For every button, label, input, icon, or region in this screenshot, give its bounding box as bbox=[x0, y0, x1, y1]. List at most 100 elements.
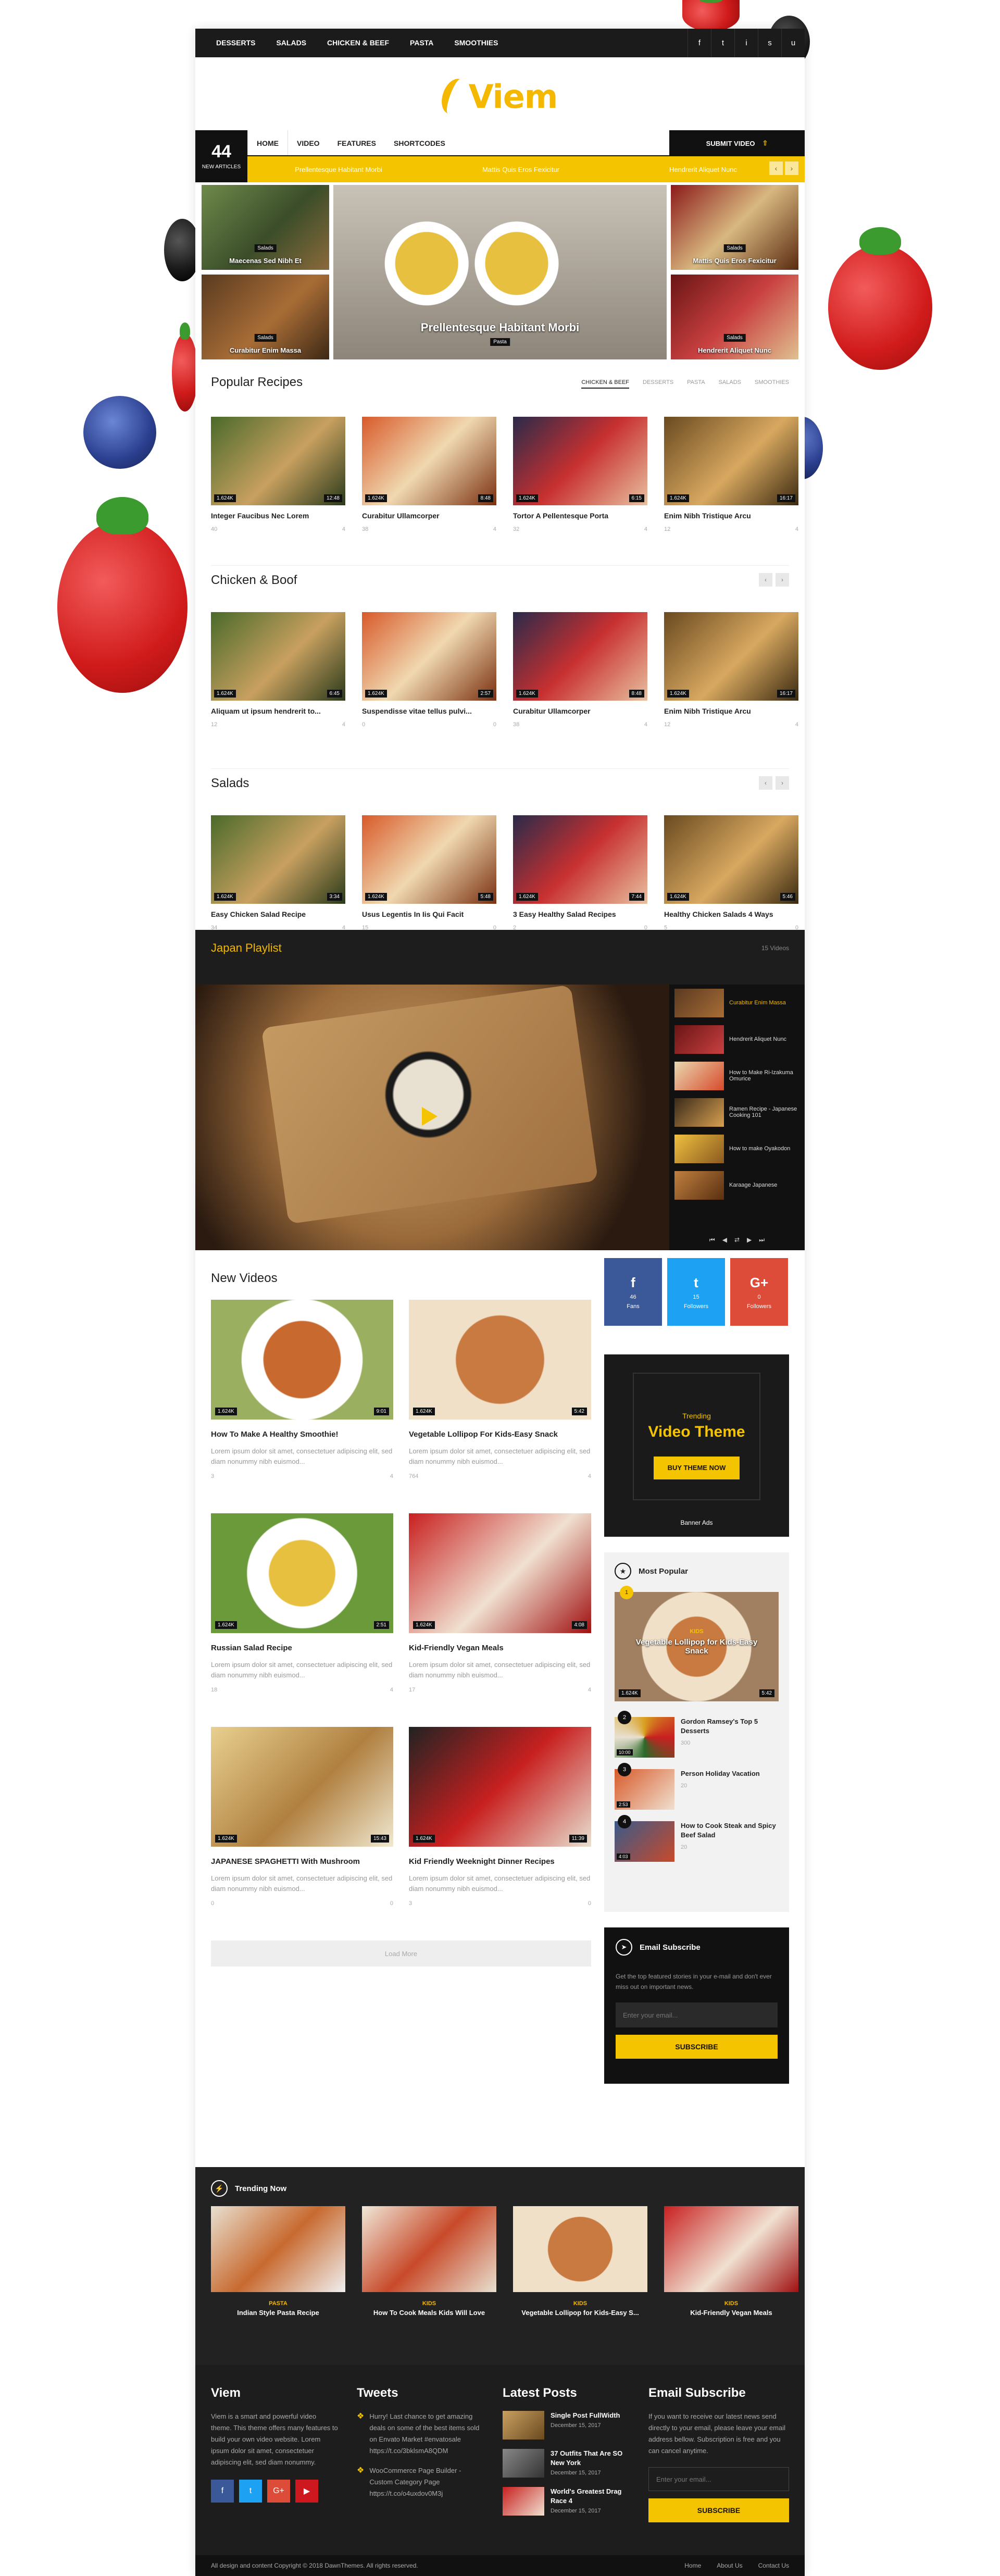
tweet-text[interactable]: WooCommerce Page Builder - Custom Catego… bbox=[369, 2465, 484, 2499]
nav-home[interactable]: HOME bbox=[247, 130, 288, 155]
next-icon[interactable]: ▶ bbox=[747, 1236, 752, 1243]
video-title[interactable]: Aliquam ut ipsum hendrerit to... bbox=[211, 707, 345, 715]
video-thumbnail[interactable]: 1.624K 2:51 bbox=[211, 1513, 393, 1633]
video-thumbnail[interactable]: 1.624K 5:46 bbox=[664, 815, 798, 904]
playlist-item[interactable]: Karaage Japanese bbox=[669, 1167, 805, 1203]
site-logo[interactable]: Viem bbox=[195, 70, 805, 122]
tab-desserts[interactable]: DESSERTS bbox=[643, 379, 673, 389]
video-thumbnail[interactable]: 1.624K 6:15 bbox=[513, 417, 647, 505]
trending-category[interactable]: KIDS bbox=[664, 2300, 798, 2307]
video-thumbnail[interactable]: 1.624K 4:08 bbox=[409, 1513, 591, 1633]
user-icon[interactable]: u bbox=[781, 29, 805, 57]
chevron-right-icon[interactable]: › bbox=[776, 776, 789, 790]
video-title[interactable]: How To Make A Healthy Smoothie! bbox=[211, 1430, 393, 1439]
trending-title[interactable]: Kid-Friendly Vegan Meals bbox=[664, 2309, 798, 2317]
trending-card[interactable]: KIDS Vegetable Lollipop for Kids-Easy S..… bbox=[513, 2206, 647, 2317]
video-title[interactable]: Russian Salad Recipe bbox=[211, 1644, 393, 1652]
new-video-card[interactable]: 1.624K 9:01 How To Make A Healthy Smoothie… bbox=[211, 1300, 393, 1479]
video-title[interactable]: Healthy Chicken Salads 4 Ways bbox=[664, 910, 798, 918]
video-thumbnail[interactable]: 1.624K 8:48 bbox=[362, 417, 496, 505]
ticker-item[interactable]: Prellentesque Habitant Morbi bbox=[247, 166, 430, 173]
footer-link-home[interactable]: Home bbox=[684, 2562, 701, 2569]
trending-category[interactable]: PASTA bbox=[211, 2300, 345, 2307]
video-title[interactable]: Kid-Friendly Vegan Meals bbox=[409, 1644, 591, 1652]
category-link-chicken-beef[interactable]: CHICKEN & BEEF bbox=[317, 29, 399, 57]
video-card[interactable]: 1.624K 8:48 Curabitur Ullamcorper 38 4 bbox=[513, 612, 647, 728]
popular-thumb[interactable]: 4 4:03 bbox=[615, 1815, 674, 1862]
footer-link-about[interactable]: About Us bbox=[717, 2562, 742, 2569]
playlist-item[interactable]: How to make Oyakodon bbox=[669, 1130, 805, 1167]
chevron-left-icon[interactable]: ‹ bbox=[769, 161, 783, 175]
video-thumbnail[interactable]: 1.624K 8:48 bbox=[513, 612, 647, 701]
footer-email-input[interactable] bbox=[648, 2467, 789, 2491]
nav-features[interactable]: FEATURES bbox=[329, 130, 385, 155]
most-popular-item[interactable]: 4 4:03 How to Cook Steak and Spicy Beef Sa… bbox=[615, 1815, 779, 1862]
trending-category[interactable]: KIDS bbox=[513, 2300, 647, 2307]
featured-tile[interactable]: Salads Mattis Quis Eros Fexicitur bbox=[671, 185, 798, 270]
facebook-icon[interactable]: f bbox=[688, 29, 711, 57]
ticker-item[interactable]: Hendrerit Aliquet Nunc bbox=[612, 166, 794, 173]
video-thumbnail[interactable]: 1.624K 3:34 bbox=[211, 815, 345, 904]
post-title[interactable]: Single Post FullWidth bbox=[551, 2411, 620, 2420]
video-card[interactable]: 1.624K 12:48 Integer Faucibus Nec Lorem 40 4 bbox=[211, 417, 345, 532]
video-card[interactable]: 1.624K 16:17 Enim Nibh Tristique Arcu 12 4 bbox=[664, 612, 798, 728]
most-popular-item[interactable]: 3 2:53 Person Holiday Vacation 20 bbox=[615, 1763, 779, 1810]
twitter-counter[interactable]: t 15 Followers bbox=[667, 1258, 725, 1326]
video-card[interactable]: 1.624K 5:48 Usus Legentis In Iis Qui Facit… bbox=[362, 815, 496, 931]
most-popular-featured[interactable]: 1 KIDS Vegetable Lollipop for Kids-Easy … bbox=[615, 1586, 779, 1701]
new-video-card[interactable]: 1.624K 2:51 Russian Salad Recipe Lorem ipsu… bbox=[211, 1513, 393, 1693]
video-thumbnail[interactable]: 1.624K 7:44 bbox=[513, 815, 647, 904]
instagram-icon[interactable]: i bbox=[734, 29, 758, 57]
trending-thumb[interactable] bbox=[664, 2206, 798, 2292]
tab-chicken-beef[interactable]: CHICKEN & BEEF bbox=[581, 379, 630, 389]
video-title[interactable]: Usus Legentis In Iis Qui Facit bbox=[362, 910, 496, 918]
search-icon[interactable]: s bbox=[758, 29, 781, 57]
video-card[interactable]: 1.624K 5:46 Healthy Chicken Salads 4 Ways 5… bbox=[664, 815, 798, 931]
new-video-card[interactable]: 1.624K 11:39 Kid Friendly Weeknight Dinner… bbox=[409, 1727, 591, 1907]
video-card[interactable]: 1.624K 16:17 Enim Nibh Tristique Arcu 12 4 bbox=[664, 417, 798, 532]
featured-tile[interactable]: Salads Maecenas Sed Nibh Et bbox=[202, 185, 329, 270]
category-link-smoothies[interactable]: SMOOTHIES bbox=[444, 29, 508, 57]
video-thumbnail[interactable]: 1.624K 9:01 bbox=[211, 1300, 393, 1420]
shuffle-icon[interactable]: ⇄ bbox=[734, 1236, 740, 1243]
banner-ad[interactable]: Trending Video Theme BUY THEME NOW Banne… bbox=[604, 1354, 789, 1537]
video-card[interactable]: 1.624K 7:44 3 Easy Healthy Salad Recipes 2 0 bbox=[513, 815, 647, 931]
trending-card[interactable]: KIDS Kid-Friendly Vegan Meals bbox=[664, 2206, 798, 2317]
video-card[interactable]: 1.624K 6:45 Aliquam ut ipsum hendrerit to.… bbox=[211, 612, 345, 728]
ticker-item[interactable]: Mattis Quis Eros Fexicitur bbox=[430, 166, 612, 173]
buy-theme-button[interactable]: BUY THEME NOW bbox=[654, 1457, 740, 1479]
trending-thumb[interactable] bbox=[362, 2206, 496, 2292]
chevron-left-icon[interactable]: ‹ bbox=[759, 573, 772, 587]
video-thumbnail[interactable]: 1.624K 15:43 bbox=[211, 1727, 393, 1847]
popular-thumb[interactable]: 3 2:53 bbox=[615, 1763, 674, 1810]
featured-tile[interactable]: Salads Curabitur Enim Massa bbox=[202, 275, 329, 359]
tab-salads[interactable]: SALADS bbox=[719, 379, 741, 389]
video-title[interactable]: 3 Easy Healthy Salad Recipes bbox=[513, 910, 647, 918]
chevron-right-icon[interactable]: › bbox=[776, 573, 789, 587]
last-icon[interactable]: ⏭ bbox=[759, 1236, 765, 1244]
trending-title[interactable]: Vegetable Lollipop for Kids-Easy S... bbox=[513, 2309, 647, 2317]
tweet-text[interactable]: Hurry! Last chance to get amazing deals … bbox=[369, 2411, 484, 2457]
chevron-right-icon[interactable]: › bbox=[785, 161, 798, 175]
twitter-icon[interactable]: t bbox=[711, 29, 734, 57]
google-counter[interactable]: G+ 0 Followers bbox=[730, 1258, 788, 1326]
load-more-button[interactable]: Load More bbox=[211, 1940, 591, 1967]
video-title[interactable]: Kid Friendly Weeknight Dinner Recipes bbox=[409, 1857, 591, 1866]
video-title[interactable]: Curabitur Ullamcorper bbox=[513, 707, 647, 715]
popular-thumb[interactable]: 2 10:00 bbox=[615, 1711, 674, 1758]
post-title[interactable]: 37 Outfits That Are SO New York bbox=[551, 2449, 630, 2468]
video-thumbnail[interactable]: 1.624K 16:17 bbox=[664, 612, 798, 701]
video-thumbnail[interactable]: 1.624K 16:17 bbox=[664, 417, 798, 505]
video-thumbnail[interactable]: 1.624K 2:57 bbox=[362, 612, 496, 701]
video-title[interactable]: Enim Nibh Tristique Arcu bbox=[664, 512, 798, 520]
video-card[interactable]: 1.624K 2:57 Suspendisse vitae tellus pulvi… bbox=[362, 612, 496, 728]
trending-thumb[interactable] bbox=[211, 2206, 345, 2292]
trending-card[interactable]: PASTA Indian Style Pasta Recipe bbox=[211, 2206, 345, 2317]
video-title[interactable]: Easy Chicken Salad Recipe bbox=[211, 910, 345, 918]
video-thumbnail[interactable]: 1.624K 5:48 bbox=[362, 815, 496, 904]
most-popular-item[interactable]: 2 10:00 Gordon Ramsey's Top 5 Desserts 300 bbox=[615, 1711, 779, 1758]
twitter-icon[interactable]: t bbox=[239, 2480, 262, 2503]
video-thumbnail[interactable]: 1.624K 6:45 bbox=[211, 612, 345, 701]
post-thumb[interactable] bbox=[503, 2487, 544, 2516]
first-icon[interactable]: ⏮ bbox=[709, 1236, 715, 1244]
